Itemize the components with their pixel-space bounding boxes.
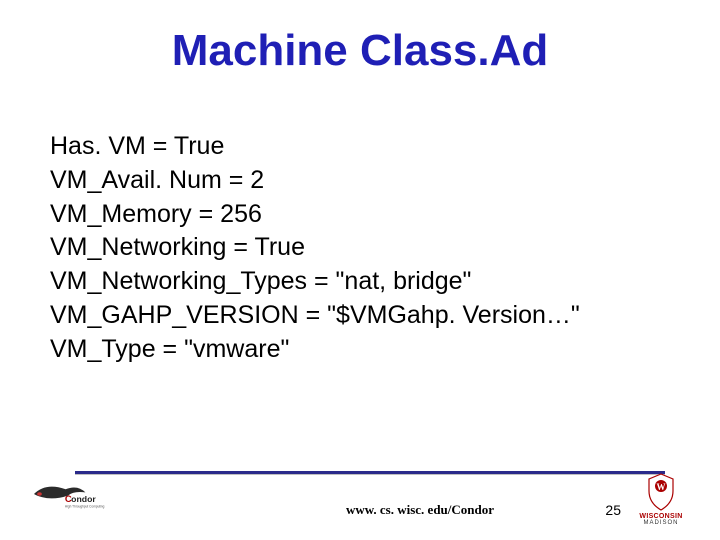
page-number: 25 <box>605 502 621 518</box>
classad-body: Has. VM = True VM_Avail. Num = 2 VM_Memo… <box>50 130 580 366</box>
svg-text:W: W <box>657 482 666 492</box>
classad-line: VM_Memory = 256 <box>50 198 580 232</box>
slide: Machine Class.Ad Has. VM = True VM_Avail… <box>0 0 720 540</box>
uw-name: WISCONSIN <box>632 513 690 520</box>
uw-subtitle: MADISON <box>632 520 690 526</box>
classad-line: VM_Networking_Types = "nat, bridge" <box>50 265 580 299</box>
classad-line: Has. VM = True <box>50 130 580 164</box>
classad-line: VM_Type = "vmware" <box>50 333 580 367</box>
uw-crest-icon: W <box>646 473 676 511</box>
classad-line: VM_GAHP_VERSION = "$VMGahp. Version…" <box>50 299 580 333</box>
slide-title: Machine Class.Ad <box>0 0 720 76</box>
footer-divider <box>75 471 665 474</box>
classad-line: VM_Avail. Num = 2 <box>50 164 580 198</box>
classad-line: VM_Networking = True <box>50 231 580 265</box>
uw-logo: W WISCONSIN MADISON <box>632 473 690 526</box>
